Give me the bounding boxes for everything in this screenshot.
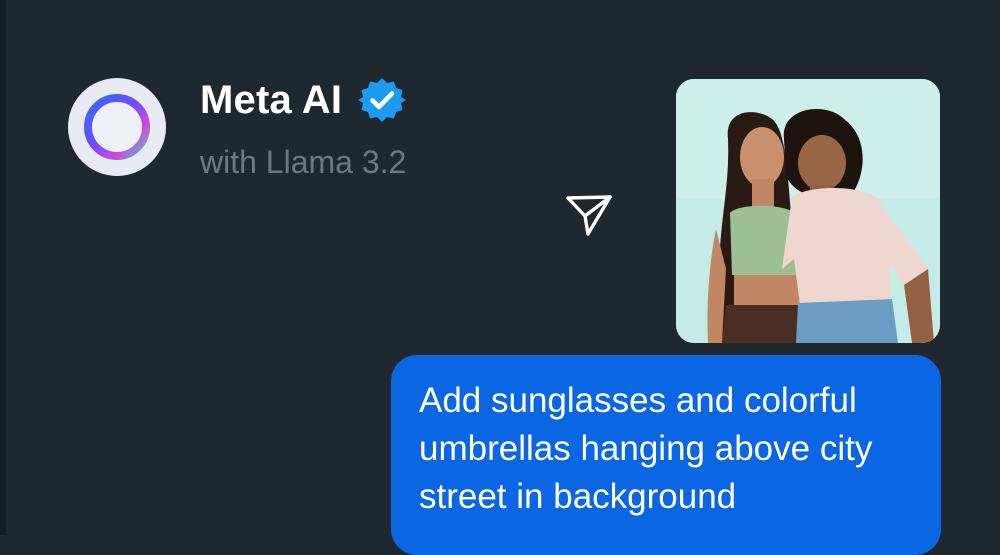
verified-badge-icon xyxy=(358,78,407,122)
attached-photo[interactable] xyxy=(676,79,940,343)
chat-title: Meta AI xyxy=(200,78,343,122)
message-text: Add sunglasses and colorful umbrellas ha… xyxy=(419,381,873,516)
meta-ai-avatar[interactable] xyxy=(68,78,166,176)
left-edge xyxy=(0,0,6,535)
title-block: Meta AI with Llama 3.2 xyxy=(200,78,406,180)
message-bubble[interactable]: Add sunglasses and colorful umbrellas ha… xyxy=(391,355,941,555)
chat-subtitle: with Llama 3.2 xyxy=(200,144,407,180)
photo-two-women xyxy=(676,79,940,343)
send-icon[interactable] xyxy=(564,190,614,240)
meta-ai-ring-icon xyxy=(84,94,150,160)
chat-header[interactable]: Meta AI with Llama 3.2 xyxy=(68,78,406,180)
